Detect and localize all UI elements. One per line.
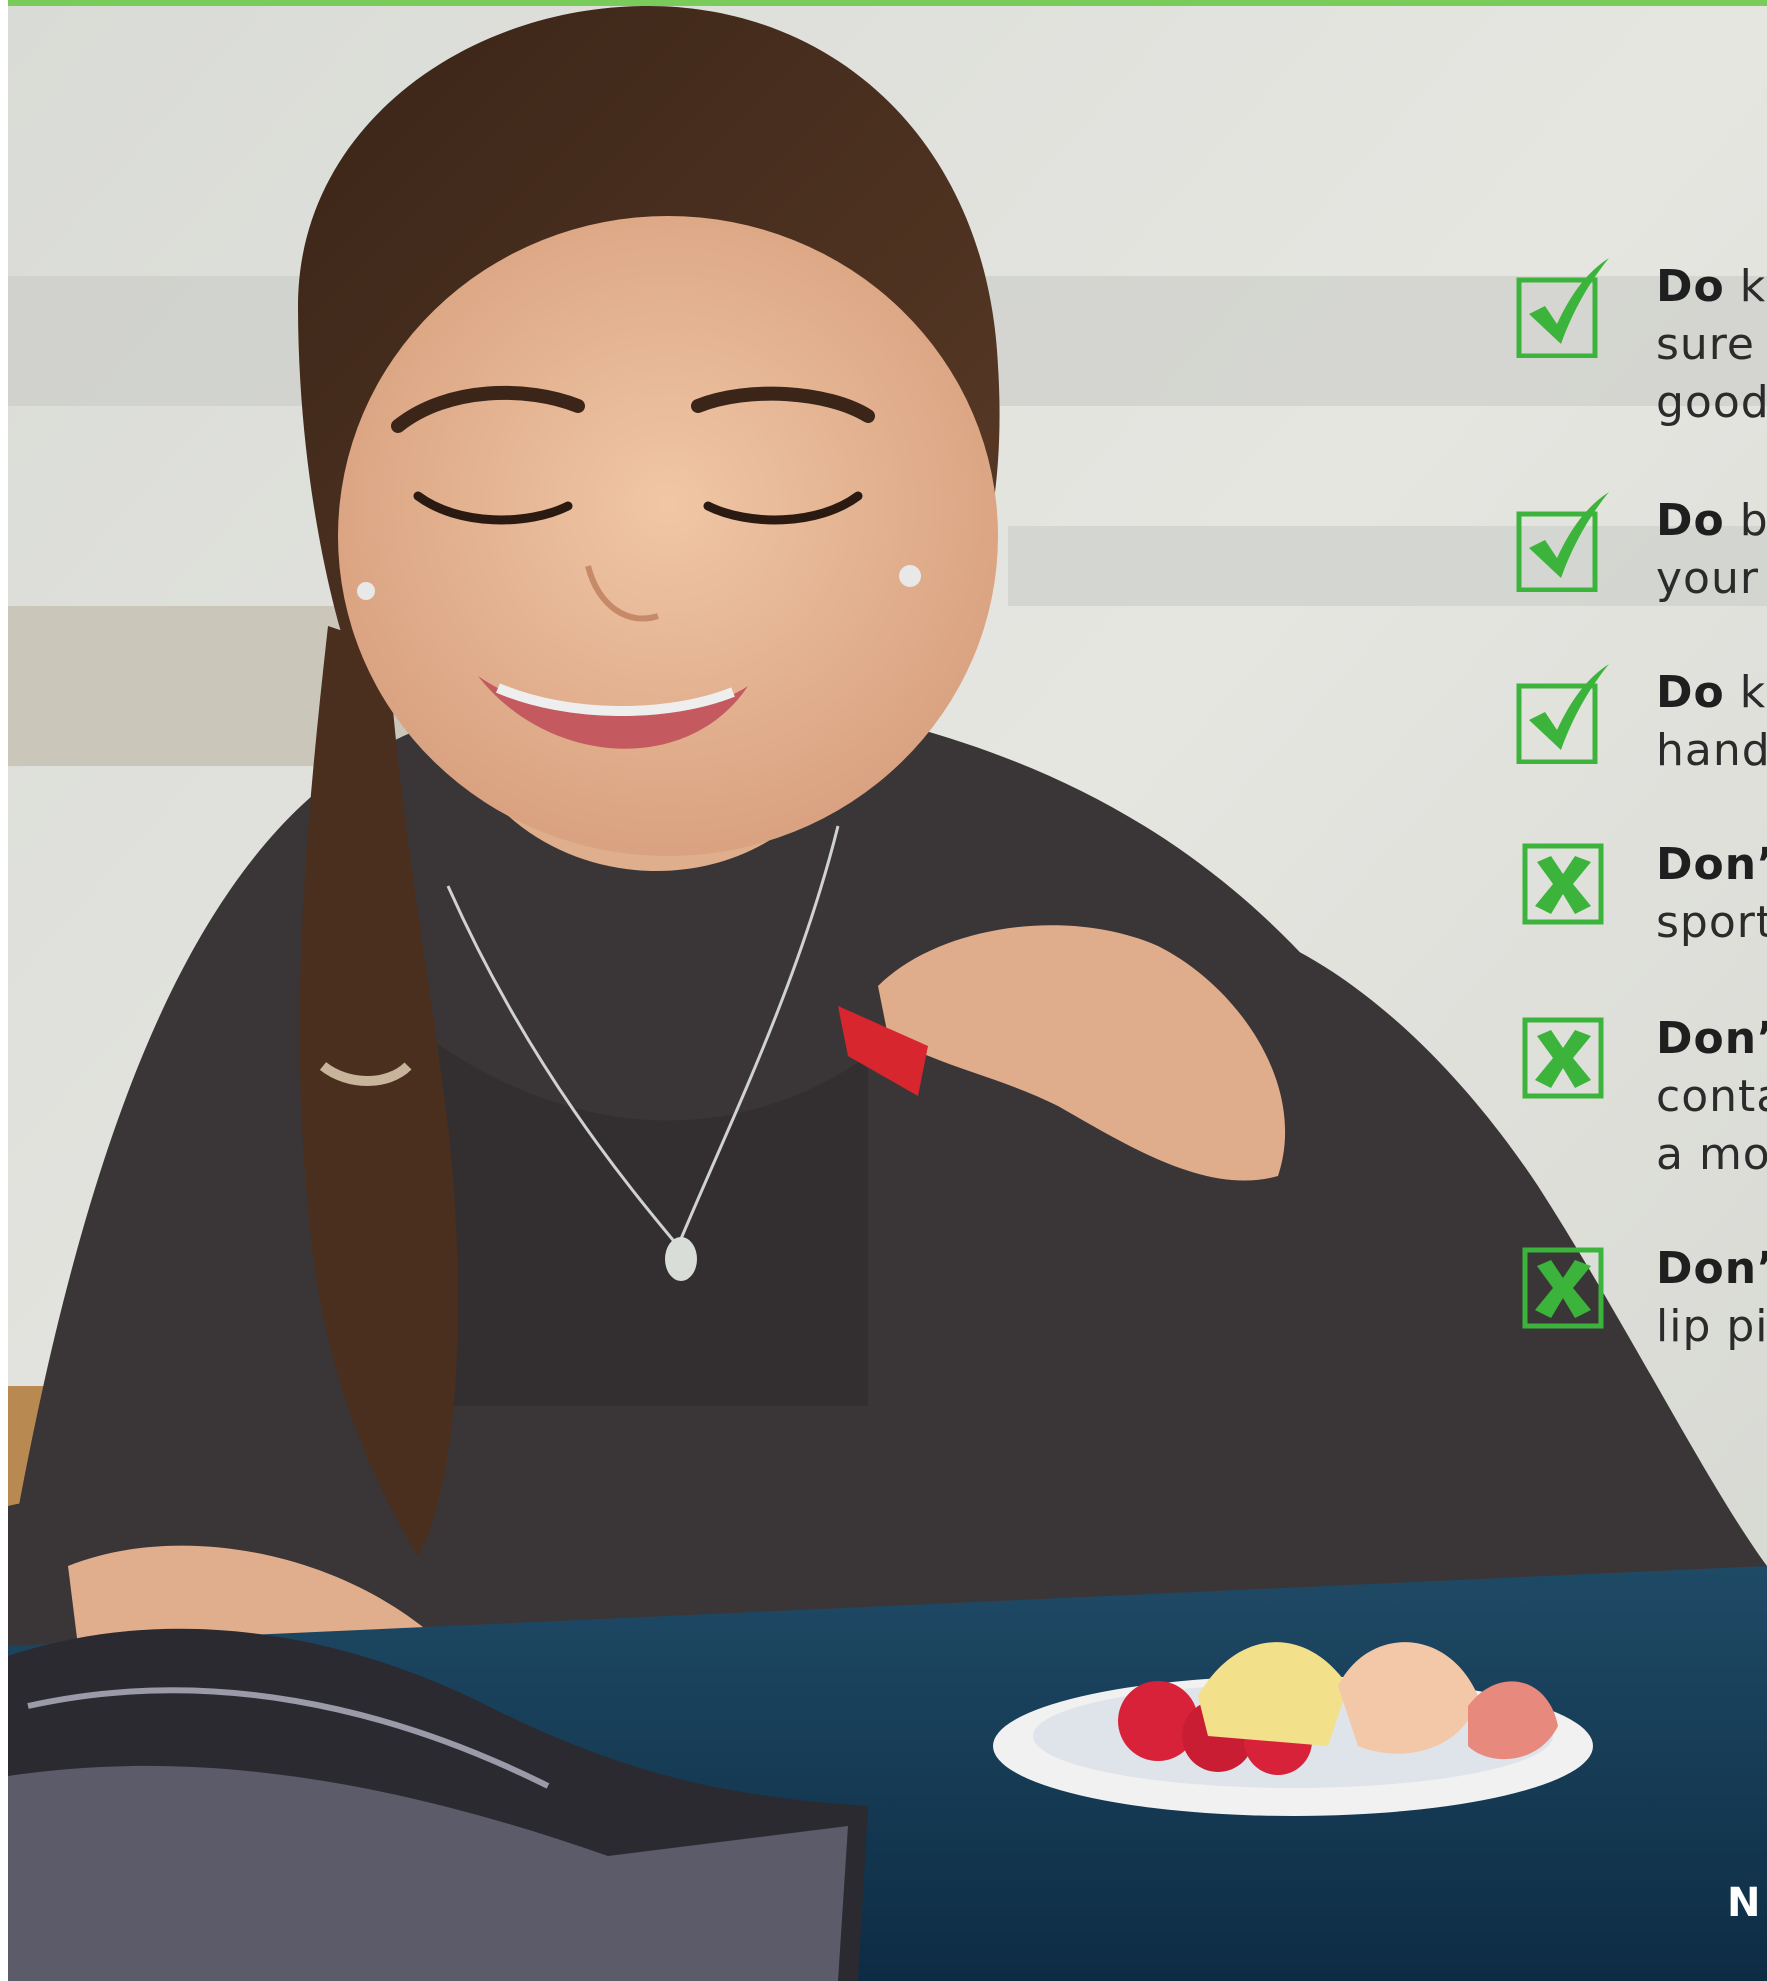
tip-keyword: Do: [1656, 667, 1725, 718]
tip-line: sure: [1656, 319, 1756, 370]
tips-list: Do k sure good Do b your Do k hand Don’ …: [1515, 258, 1767, 1378]
tip-line: sport: [1656, 897, 1767, 948]
top-accent-bar: [0, 0, 1767, 6]
tip-keyword: Do: [1656, 495, 1725, 546]
x-icon: [1515, 1010, 1615, 1110]
tip-keyword: Do: [1656, 261, 1725, 312]
tip-keyword: Don’: [1656, 1243, 1767, 1294]
left-margin: [0, 0, 8, 1981]
tip-keyword: Don’: [1656, 1013, 1767, 1064]
tip-line: lip pi: [1656, 1301, 1767, 1352]
tip-line: hand: [1656, 725, 1767, 776]
tip-line: k: [1724, 667, 1767, 718]
tip-text: Do k hand: [1656, 664, 1767, 780]
check-icon: [1515, 258, 1615, 358]
check-icon: [1515, 664, 1615, 764]
teen-reading-photo: [8, 6, 1767, 1981]
tip-text: Don’ conta a mo: [1656, 1010, 1767, 1184]
tip-text: Don’ sport: [1656, 836, 1767, 952]
tip-keyword: Don’: [1656, 839, 1767, 890]
tip-line: your: [1656, 553, 1759, 604]
tip-line: a mo: [1656, 1129, 1767, 1180]
tip-line: good: [1656, 377, 1767, 428]
tip-line: conta: [1656, 1071, 1767, 1122]
page: Do k sure good Do b your Do k hand Don’ …: [0, 0, 1767, 1981]
tip-line: k: [1724, 261, 1767, 312]
x-icon: [1515, 836, 1615, 936]
footer-letter: N: [1727, 1880, 1761, 1926]
tip-text: Do b your: [1656, 492, 1767, 608]
tip-line: b: [1724, 495, 1767, 546]
x-icon: [1515, 1240, 1615, 1340]
tip-text: Do k sure good: [1656, 258, 1767, 432]
check-icon: [1515, 492, 1615, 592]
tip-text: Don’ lip pi: [1656, 1240, 1767, 1356]
